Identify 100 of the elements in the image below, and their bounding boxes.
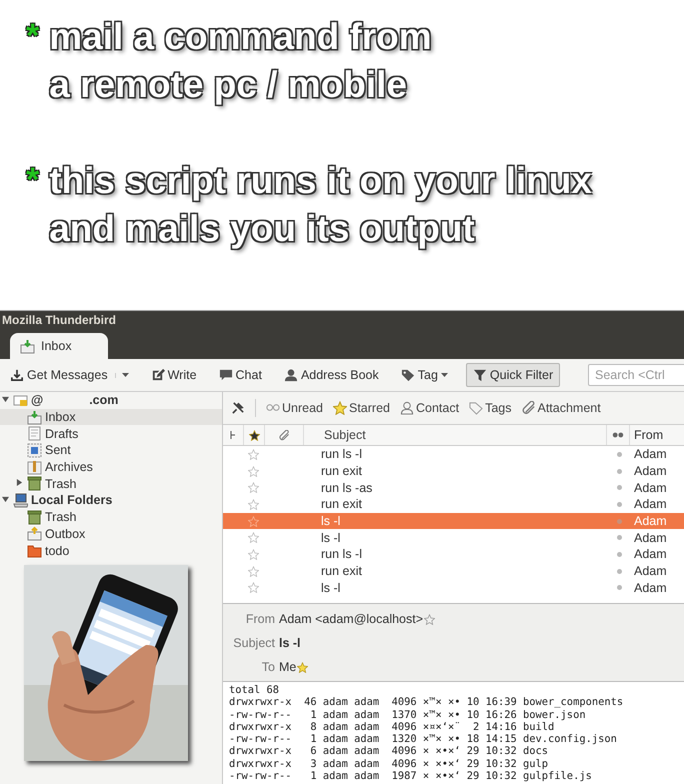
headline-text: a remote pc / mobile [49,61,432,109]
star-icon[interactable] [248,448,258,460]
search-field[interactable]: Search <Ctrl [588,364,684,386]
read-dot-icon[interactable] [616,485,622,490]
window-title: Mozilla Thunderbird [2,313,116,327]
message-subject: ls -l [320,514,342,528]
folder-item[interactable]: Local Folders [0,492,222,509]
message-row[interactable]: run exit Adam [223,562,684,580]
filter-button[interactable]: Starred [333,401,390,415]
output-line: -rw-rw-r-- 1 adam adam 1987 × ×•×‘ 29 10:32 gulpfile.js [229,770,593,782]
folder-item[interactable]: Outbox [0,526,222,542]
output-line: drwxrwxr-x 6 adam adam 4096 × ×•×‘ 29 10:32 docs [229,745,550,758]
folder-name: Archives [45,460,93,474]
folder-item[interactable]: Trash [0,508,222,526]
output-line: total 68 [229,684,280,696]
headline-text: mail a command from [49,13,432,61]
output-line: -rw-rw-r-- 1 adam adam 1320 ×™× ×• 18 14:15 dev.config.json [229,733,618,746]
glasses-icon[interactable] [612,432,624,438]
read-dot-icon[interactable] [616,452,622,457]
folder-item[interactable]: Drafts [0,425,222,442]
read-dot-icon[interactable] [616,535,622,540]
message-row[interactable]: run exit Adam [223,496,684,513]
person-icon [284,368,298,382]
star-icon[interactable] [248,466,258,477]
bullet-marker: * [26,16,40,57]
star-icon[interactable] [248,482,258,494]
folder-item[interactable]: Archives [0,458,222,476]
account-name: @ [31,393,44,408]
toolbar-button[interactable]: Get Messages [6,363,133,387]
message-row[interactable]: run exit Adam [223,462,684,480]
toolbar-button[interactable]: Tag [396,363,452,387]
toolbar-button[interactable]: Quick Filter [466,363,560,387]
sender-address: Adam <adam@localhost> [279,611,424,628]
star-icon[interactable] [248,430,260,440]
message-row[interactable]: run ls -as Adam [223,479,684,496]
column-header[interactable]: From [629,425,684,445]
filter-button[interactable]: Unread [266,401,323,415]
folder-item[interactable]: todo [0,542,222,559]
paperclip-icon[interactable] [278,430,290,440]
message-row[interactable]: ls -l Adam [223,529,684,546]
twisty-icon[interactable] [16,479,23,486]
header-label: Subject [232,635,275,652]
message-subject: ls -l [320,530,342,545]
inbox-icon [27,410,42,425]
star-icon[interactable] [248,498,258,510]
message-row[interactable]: ls -l Adam [223,580,684,596]
message-row[interactable]: run ls -l Adam [223,546,684,563]
thread-icon[interactable] [229,430,237,440]
star-icon[interactable] [248,566,258,577]
toolbar-button[interactable]: Address Book [280,363,383,387]
read-dot-icon[interactable] [616,468,622,474]
column-header[interactable]: Subject [303,425,606,445]
twisty-icon[interactable] [2,396,9,403]
star-icon[interactable] [248,582,258,594]
caret-icon[interactable] [440,372,448,378]
read-dot-icon[interactable] [616,585,622,590]
folder-item[interactable]: Sent [0,442,222,459]
twisty-icon[interactable] [2,496,9,503]
filter-button[interactable]: Attachment [522,401,601,415]
read-dot-icon[interactable] [616,502,622,507]
output-line: drwxrwxr-x 3 adam adam 4096 × ×•×‘ 29 10:32 gulp [229,758,550,770]
folder-name: Local Folders [31,493,112,508]
archive-box-icon [27,460,42,475]
inbox-tab[interactable]: Inbox [10,333,108,359]
folder-item[interactable]: @ .com [0,392,222,409]
message-subject: run exit [320,497,363,512]
bin-icon [27,510,42,525]
stamp-icon [27,442,42,458]
read-dot-icon[interactable] [616,518,622,524]
folder-item[interactable]: Trash [0,475,222,492]
folder-name: Outbox [45,526,86,541]
tag-icon [400,368,415,382]
message-row[interactable]: run ls -l Adam [223,446,684,463]
message-subject: run ls -l [320,547,363,562]
message-sender: Adam [633,580,668,595]
pencil-icon [150,368,165,382]
filter-button[interactable]: Contact [400,401,460,415]
star-icon[interactable] [248,548,258,560]
outbox-icon [27,526,42,542]
read-dot-icon[interactable] [616,552,622,557]
header-label: To [260,659,275,676]
filter-button[interactable]: Tags [469,401,512,415]
folder-item[interactable]: Inbox [0,408,222,426]
folder-name: Inbox [45,410,76,424]
star-icon[interactable] [297,662,308,672]
pin-icon[interactable] [231,401,245,415]
output-line: drwxrwxr-x 46 adam adam 4096 ×™× ×• 10 16:39 bower_components [229,696,624,709]
folder-name: Trash [45,510,76,524]
caret-icon[interactable] [114,372,129,378]
star-icon[interactable] [424,614,436,624]
toolbar-button[interactable]: Write [146,363,201,387]
message-subject: run exit [320,464,363,478]
star-icon[interactable] [248,516,258,527]
recipient: Me [279,659,296,676]
message-sender: Adam [633,497,668,512]
toolbar-button[interactable]: Chat [214,363,266,387]
read-dot-icon[interactable] [616,568,622,574]
computer-icon [13,492,28,508]
star-icon[interactable] [248,532,258,544]
message-sender: Adam [633,547,668,562]
